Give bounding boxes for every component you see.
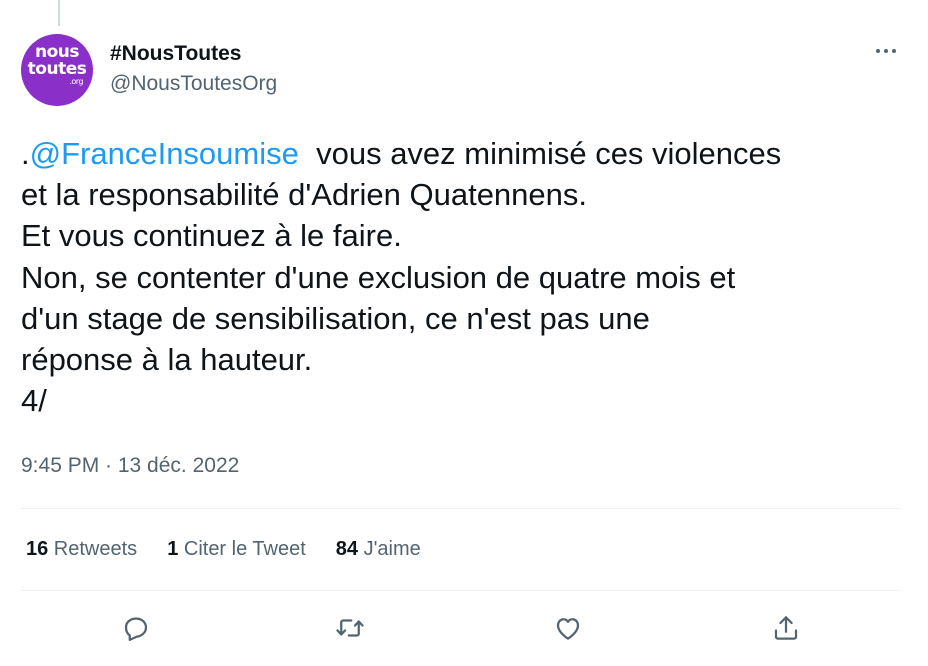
likes-stat[interactable]: 84 J'aime <box>336 538 421 561</box>
retweets-label: Retweets <box>48 538 138 560</box>
avatar-logo: nous toutes .org <box>21 44 93 86</box>
tweet-line: .@FranceInsoumise vous avez minimisé ces… <box>21 133 911 174</box>
reply-button[interactable] <box>116 608 156 648</box>
user-handle[interactable]: @NousToutesOrg <box>110 72 277 96</box>
more-options-button[interactable] <box>866 36 906 66</box>
share-button[interactable] <box>766 608 806 648</box>
avatar-logo-line3: .org <box>69 77 83 86</box>
reply-icon <box>124 617 148 641</box>
likes-label: J'aime <box>358 538 421 560</box>
tweet-text: .@FranceInsoumise vous avez minimisé ces… <box>21 133 911 421</box>
divider <box>21 508 901 509</box>
tweet-line-text: vous avez minimisé ces violences <box>298 136 782 171</box>
display-name[interactable]: #NousToutes <box>110 42 241 66</box>
thread-line <box>58 0 60 26</box>
retweets-count: 16 <box>26 538 49 560</box>
tweet-timestamp[interactable]: 9:45 PM · 13 déc. 2022 <box>21 454 239 478</box>
retweet-icon <box>336 619 364 637</box>
more-horizontal-icon <box>876 49 896 53</box>
quotes-stat[interactable]: 1 Citer le Tweet <box>167 538 306 561</box>
tweet-line-prefix: . <box>21 136 30 171</box>
tweet-line: et la responsabilité d'Adrien Quatennens… <box>21 177 588 213</box>
retweets-stat[interactable]: 16 Retweets <box>26 538 137 561</box>
likes-count: 84 <box>335 538 359 560</box>
avatar[interactable]: nous toutes .org <box>21 34 93 106</box>
quotes-label: Citer le Tweet <box>178 538 306 560</box>
divider <box>21 590 901 591</box>
tweet-line: Et vous continuez à le faire. <box>21 218 402 254</box>
retweet-button[interactable] <box>330 608 370 648</box>
like-icon <box>556 618 580 640</box>
tweet-card: nous toutes .org #NousToutes @NousToutes… <box>0 0 928 666</box>
mention-link[interactable]: @FranceInsoumise <box>30 136 299 171</box>
tweet-line: d'un stage de sensibilisation, ce n'est … <box>21 300 650 336</box>
like-button[interactable] <box>548 608 588 648</box>
tweet-line: 4/ <box>21 383 47 419</box>
tweet-line: Non, se contenter d'une exclusion de qua… <box>21 259 736 295</box>
engagement-stats: 16 Retweets 1 Citer le Tweet 84 J'aime <box>26 538 451 561</box>
avatar-logo-line2: toutes <box>27 59 87 79</box>
quotes-count: 1 <box>167 538 179 560</box>
action-bar <box>0 604 928 652</box>
tweet-line: réponse à la hauteur. <box>21 342 313 378</box>
share-icon <box>774 616 798 640</box>
